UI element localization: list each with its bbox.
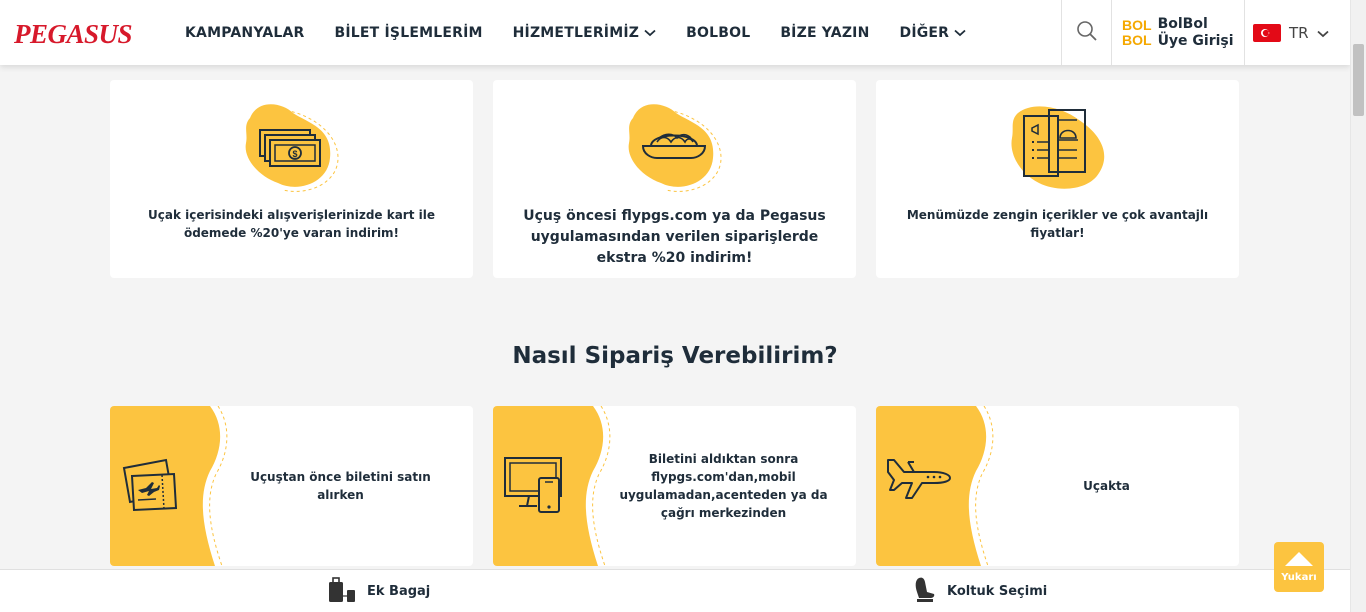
seat-selection-button[interactable]: Koltuk Seçimi (913, 570, 1047, 612)
search-icon (1076, 20, 1098, 46)
header-actions: BOL BOL BolBol Üye Girişi TR (1061, 0, 1350, 65)
benefit-card: Menümüzde zengin içerikler ve çok avanta… (876, 80, 1239, 278)
luggage-icon (327, 576, 367, 608)
svg-text:$: $ (292, 149, 297, 159)
order-step-card: Uçuştan önce biletini satın alırken (110, 406, 473, 566)
top-header: PEGASUS KAMPANYALAR BİLET İŞLEMLERİM HİZ… (0, 0, 1350, 65)
language-selector[interactable]: TR (1245, 0, 1350, 65)
nav-label: HİZMETLERİMİZ (512, 24, 640, 41)
extra-baggage-button[interactable]: Ek Bagaj (327, 570, 430, 612)
nav-label: BİLET İŞLEMLERİM (334, 24, 483, 41)
section-title: Nasıl Sipariş Verebilirim? (512, 343, 838, 369)
nav-bize-yazin[interactable]: BİZE YAZIN (780, 25, 869, 41)
scroll-to-top-button[interactable]: Yukarı (1274, 542, 1324, 592)
order-step-card: Biletini aldıktan sonra flypgs.com'dan,m… (493, 406, 856, 566)
nav-label: BOLBOL (686, 24, 751, 41)
arrow-up-icon (1284, 551, 1314, 570)
turkey-flag-icon (1253, 23, 1281, 42)
step-text: Uçakta (1083, 479, 1130, 493)
benefit-card: Uçuş öncesi flypgs.com ya da Pegasus uyg… (493, 80, 856, 278)
money-icon: $ (238, 98, 343, 202)
language-code: TR (1289, 23, 1309, 42)
ticket-icon (118, 454, 188, 518)
bottom-service-bar: Ek Bagaj Koltuk Seçimi (0, 569, 1350, 612)
nav-hizmetlerimiz[interactable]: HİZMETLERİMİZ (513, 25, 657, 41)
nav-label: DİĞER (899, 24, 950, 41)
bolbol-login-label: BolBol Üye Girişi (1157, 15, 1234, 49)
chevron-down-icon (644, 25, 656, 41)
food-plate-icon (621, 98, 726, 202)
chevron-down-icon (1316, 23, 1329, 42)
scrollbar-thumb[interactable] (1353, 44, 1364, 116)
step-text: Biletini aldıktan sonra flypgs.com'dan,m… (619, 452, 828, 520)
search-button[interactable] (1061, 0, 1111, 65)
devices-icon (501, 454, 571, 522)
nav-kampanyalar[interactable]: KAMPANYALAR (185, 25, 305, 41)
seat-icon (913, 576, 947, 608)
nav-label: KAMPANYALAR (185, 24, 305, 41)
bolbol-logo: BOL BOL (1122, 16, 1152, 48)
chevron-down-icon (954, 25, 966, 41)
benefit-text: Uçak içerisindeki alışverişlerinizde kar… (147, 208, 435, 240)
benefit-card: $ Uçak içerisindeki alışverişlerinizde k… (110, 80, 473, 278)
nav-bolbol[interactable]: BOLBOL (686, 25, 750, 41)
nav-label: BİZE YAZIN (780, 24, 870, 41)
airplane-icon (884, 454, 954, 508)
benefit-text: Uçuş öncesi flypgs.com ya da Pegasus uyg… (523, 208, 826, 266)
seat-selection-label: Koltuk Seçimi (947, 584, 1048, 599)
menu-icon (1004, 98, 1109, 202)
order-step-card: Uçakta (876, 406, 1239, 566)
benefit-text: Menümüzde zengin içerikler ve çok avanta… (906, 208, 1209, 240)
main-nav: KAMPANYALAR BİLET İŞLEMLERİM HİZMETLERİM… (185, 0, 996, 65)
nav-bilet-islemlerim[interactable]: BİLET İŞLEMLERİM (335, 25, 483, 41)
pegasus-logo[interactable]: PEGASUS (14, 19, 133, 50)
extra-baggage-label: Ek Bagaj (367, 584, 431, 599)
bolbol-login-button[interactable]: BOL BOL BolBol Üye Girişi (1111, 0, 1245, 65)
page-scrollbar[interactable] (1350, 0, 1366, 612)
nav-diger[interactable]: DİĞER (900, 25, 967, 41)
step-text: Uçuştan önce biletini satın alırken (250, 470, 431, 502)
scroll-to-top-label: Yukarı (1281, 572, 1317, 583)
